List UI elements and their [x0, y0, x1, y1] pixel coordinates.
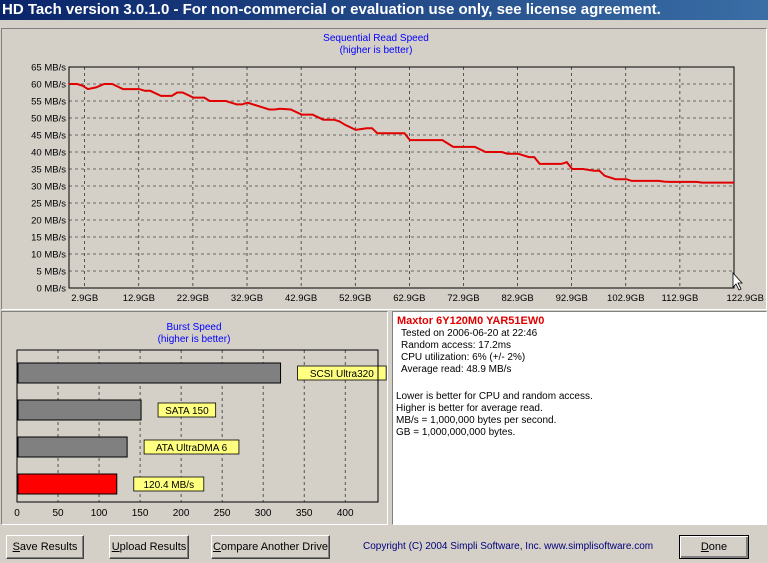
- burst-x-tick-label: 200: [173, 508, 190, 519]
- sequential-read-chart: Sequential Read Speed (higher is better)…: [31, 33, 765, 304]
- y-tick-label: 40 MB/s: [31, 148, 66, 159]
- x-tick-label: 102.9GB: [607, 293, 645, 304]
- x-tick-label: 32.9GB: [231, 293, 263, 304]
- sequential-read-panel: Sequential Read Speed (higher is better)…: [1, 28, 767, 310]
- burst-speed-panel: Burst Speed (higher is better) SCSI Ultr…: [1, 311, 388, 525]
- burst-bar-reference: [17, 399, 142, 421]
- save-accel: S: [12, 541, 20, 553]
- y-tick-label: 45 MB/s: [31, 131, 66, 142]
- drive-name: Maxtor 6Y120M0 YAR51EW0: [397, 315, 545, 327]
- plot-frame: [68, 66, 735, 289]
- random-access: Random access: 17.2ms: [401, 340, 512, 351]
- burst-speed-chart: Burst Speed (higher is better) SCSI Ultr…: [14, 322, 387, 519]
- compare-label: ompare Another Drive: [220, 541, 328, 553]
- window-title: HD Tach version 3.0.1.0 - For non-commer…: [2, 1, 661, 18]
- cpu-utilization: CPU utilization: 6% (+/- 2%): [401, 352, 526, 363]
- burst-x-tick-label: 350: [296, 508, 313, 519]
- done-accel: D: [700, 541, 709, 553]
- burst-bar-reference: [17, 436, 128, 458]
- note-gb-definition: GB = 1,000,000,000 bytes.: [396, 427, 516, 438]
- burst-x-tick-label: 50: [52, 508, 64, 519]
- window-title-bar[interactable]: HD Tach version 3.0.1.0 - For non-commer…: [0, 0, 768, 20]
- burst-title: Burst Speed: [166, 322, 221, 333]
- x-tick-label: 72.9GB: [447, 293, 479, 304]
- burst-bar-current: [17, 473, 118, 495]
- y-tick-label: 60 MB/s: [31, 80, 66, 91]
- y-tick-label: 35 MB/s: [31, 165, 66, 176]
- burst-x-tick-label: 400: [337, 508, 354, 519]
- compare-another-drive-button[interactable]: Compare Another Drive: [211, 535, 330, 559]
- tested-on: Tested on 2006-06-20 at 22:46: [401, 328, 538, 339]
- chart-title: Sequential Read Speed: [323, 33, 429, 44]
- x-tick-label: 62.9GB: [393, 293, 425, 304]
- x-tick-label: 22.9GB: [177, 293, 209, 304]
- y-tick-label: 55 MB/s: [31, 97, 66, 108]
- bar-label: 120.4 MB/s: [143, 480, 194, 491]
- burst-x-tick-label: 0: [14, 508, 20, 519]
- bar-label: ATA UltraDMA 6: [156, 443, 228, 454]
- burst-x-tick-label: 250: [214, 508, 231, 519]
- upload-label: pload Results: [119, 541, 187, 553]
- x-tick-label: 92.9GB: [556, 293, 588, 304]
- bar-label: SCSI Ultra320: [310, 369, 374, 380]
- burst-bar-reference: [17, 362, 282, 384]
- x-tick-label: 12.9GB: [123, 293, 155, 304]
- upload-results-button[interactable]: Upload Results: [109, 535, 189, 559]
- y-tick-label: 20 MB/s: [31, 216, 66, 227]
- read-speed-line: [69, 83, 734, 184]
- chart-subtitle: (higher is better): [340, 45, 413, 56]
- upload-accel: U: [111, 541, 120, 553]
- save-label: ave Results: [19, 541, 78, 553]
- burst-subtitle: (higher is better): [158, 334, 231, 345]
- note-average-read: Higher is better for average read.: [396, 403, 543, 414]
- burst-x-tick-label: 150: [132, 508, 149, 519]
- y-tick-label: 30 MB/s: [31, 182, 66, 193]
- save-results-button[interactable]: Save Results: [6, 535, 84, 559]
- note-mbs-definition: MB/s = 1,000,000 bytes per second.: [396, 415, 557, 426]
- y-tick-label: 0 MB/s: [36, 284, 66, 295]
- x-tick-label: 52.9GB: [339, 293, 371, 304]
- x-tick-label: 42.9GB: [285, 293, 317, 304]
- copyright-text: Copyright (C) 2004 Simpli Software, Inc.…: [363, 541, 654, 552]
- x-tick-label: 2.9GB: [71, 293, 98, 304]
- done-label: one: [708, 541, 728, 553]
- y-tick-label: 25 MB/s: [31, 199, 66, 210]
- y-tick-label: 15 MB/s: [31, 233, 66, 244]
- y-tick-label: 10 MB/s: [31, 250, 66, 261]
- bar-label: SATA 150: [165, 406, 209, 417]
- burst-x-tick-label: 300: [255, 508, 272, 519]
- average-read: Average read: 48.9 MB/s: [401, 364, 512, 375]
- note-cpu-random: Lower is better for CPU and random acces…: [396, 391, 593, 402]
- x-tick-label: 112.9GB: [661, 293, 698, 304]
- x-tick-label: 82.9GB: [501, 293, 533, 304]
- y-tick-label: 65 MB/s: [31, 63, 66, 74]
- x-tick-label: 122.9GB: [727, 293, 765, 304]
- y-tick-label: 50 MB/s: [31, 114, 66, 125]
- burst-x-tick-label: 100: [91, 508, 108, 519]
- y-tick-label: 5 MB/s: [36, 267, 66, 278]
- drive-info-panel: Maxtor 6Y120M0 YAR51EW0 Tested on 2006-0…: [392, 311, 767, 525]
- compare-accel: C: [213, 541, 221, 553]
- done-button[interactable]: Done: [679, 535, 749, 559]
